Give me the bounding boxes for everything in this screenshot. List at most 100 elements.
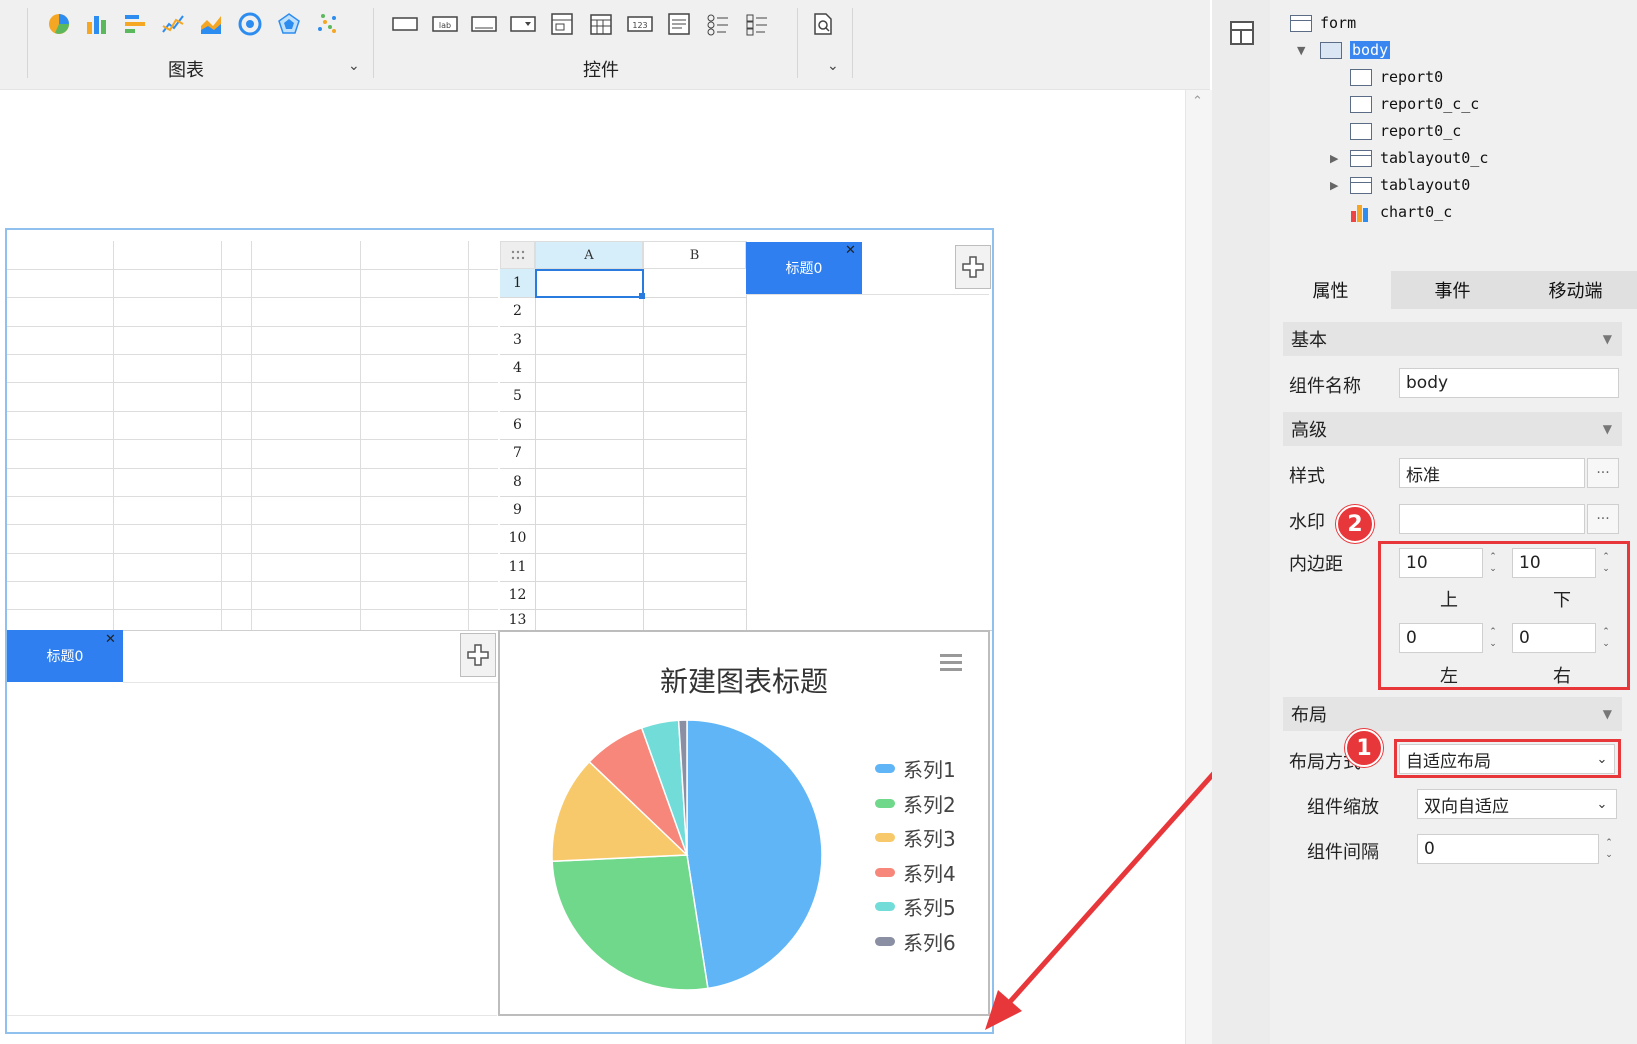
toolbar-separator (852, 8, 853, 78)
gauge-chart-icon[interactable] (236, 10, 264, 38)
chart-group-chevron-icon[interactable]: ⌄ (348, 58, 360, 74)
legend-swatch (875, 798, 895, 808)
row-number[interactable]: 10 (500, 530, 535, 546)
pie-chart[interactable] (540, 715, 840, 995)
bar-chart-icon[interactable] (83, 10, 111, 38)
row-number[interactable]: 8 (500, 474, 535, 490)
row-number[interactable]: 6 (500, 417, 535, 433)
tab-events[interactable]: 事件 (1391, 271, 1514, 309)
section-advanced[interactable]: 高级 ▼ (1283, 412, 1622, 446)
number-widget-icon[interactable]: 123 (626, 10, 654, 38)
scroll-up-icon[interactable]: ⌃ (1192, 94, 1203, 109)
tree-expand-icon[interactable]: ▶ (1330, 152, 1338, 165)
row-number[interactable]: 5 (500, 388, 535, 404)
grid-row-line (500, 553, 746, 554)
tree-item-body[interactable]: body (1320, 38, 1391, 62)
row-number[interactable]: 4 (500, 360, 535, 376)
add-tab-button[interactable] (955, 245, 991, 289)
close-icon[interactable]: ✕ (845, 243, 856, 258)
tab-events-label: 事件 (1434, 281, 1471, 302)
style-more-button[interactable]: ··· (1587, 458, 1619, 488)
legend-swatch (875, 936, 895, 946)
section-advanced-label: 高级 (1291, 420, 1327, 441)
watermark-field[interactable] (1399, 504, 1585, 534)
grid-row-line (500, 354, 746, 355)
tab-mobile[interactable]: 移动端 (1514, 271, 1637, 309)
toolbar-separator (797, 8, 798, 78)
tree-expand-icon[interactable]: ▶ (1330, 179, 1338, 192)
row-number[interactable]: 13 (500, 612, 535, 630)
section-basic[interactable]: 基本 ▼ (1283, 322, 1622, 356)
pie-slice-1[interactable] (686, 719, 823, 990)
watermark-more-button[interactable]: ··· (1587, 504, 1619, 534)
tree-item-report0-c[interactable]: report0_c (1350, 119, 1461, 143)
row-number[interactable]: 7 (500, 445, 535, 461)
column-header-b[interactable]: B (643, 241, 746, 269)
style-field[interactable]: 标准 (1399, 458, 1585, 488)
tree-item-tablayout0[interactable]: tablayout0 (1350, 173, 1470, 197)
grid-row-line (7, 411, 498, 412)
row-number[interactable]: 12 (500, 587, 535, 603)
add-tab-button[interactable] (460, 633, 496, 677)
row-number[interactable]: 3 (500, 332, 535, 348)
grid-column-line (468, 241, 469, 630)
grid-column-line (746, 241, 747, 630)
radio-group-widget-icon[interactable] (704, 10, 732, 38)
grid-column-line (221, 241, 222, 630)
checkbox-group-widget-icon[interactable] (743, 10, 771, 38)
close-icon[interactable]: ✕ (105, 632, 116, 647)
widget-group-chevron-icon[interactable]: ⌄ (827, 58, 839, 74)
tab-properties-label: 属性 (1312, 281, 1349, 302)
textbox-widget-icon[interactable] (391, 10, 419, 38)
legend-item[interactable]: 系列6 (875, 927, 956, 956)
chart-menu-icon[interactable] (940, 654, 962, 671)
row-number[interactable]: 9 (500, 502, 535, 518)
pie-slice-2[interactable] (551, 854, 709, 991)
tree-collapse-icon[interactable]: ▼ (1297, 44, 1305, 57)
tree-item-form[interactable]: form (1290, 11, 1356, 35)
pie-chart-icon[interactable] (45, 10, 73, 38)
tab-header-divider (123, 682, 498, 683)
tree-item-tablayout0-c[interactable]: tablayout0_c (1350, 146, 1488, 170)
horizontal-bar-chart-icon[interactable] (121, 10, 149, 38)
tab-properties[interactable]: 属性 (1270, 271, 1391, 309)
legend-item[interactable]: 系列4 (875, 858, 956, 887)
layout-panel-icon[interactable] (1229, 20, 1255, 50)
label-widget-icon[interactable]: lab (431, 10, 459, 38)
scatter-chart-icon[interactable] (313, 10, 341, 38)
grid-row-line (500, 439, 746, 440)
search-preview-icon[interactable] (809, 10, 837, 38)
column-header-a[interactable]: A (535, 241, 643, 269)
legend-item[interactable]: 系列3 (875, 823, 956, 852)
legend-item[interactable]: 系列2 (875, 789, 956, 818)
tree-item-chart0-c[interactable]: chart0_c (1350, 200, 1452, 224)
grid-column-line (360, 241, 361, 630)
number-widget-text: 123 (632, 21, 647, 30)
tree-item-report0-c-c[interactable]: report0_c_c (1350, 92, 1479, 116)
chevron-down-icon[interactable]: ⌄ (1587, 789, 1617, 819)
legend-label: 系列3 (903, 827, 956, 851)
legend-item[interactable]: 系列5 (875, 892, 956, 921)
component-gap-stepper[interactable]: ⌃ ⌄ (1600, 834, 1618, 864)
row-number[interactable]: 11 (500, 559, 535, 575)
frame-widget-icon[interactable] (548, 10, 576, 38)
tree-item-report0[interactable]: report0 (1350, 65, 1443, 89)
button-widget-icon[interactable] (470, 10, 498, 38)
select-all-corner[interactable] (500, 241, 535, 269)
component-gap-input[interactable]: 0 (1417, 834, 1599, 864)
row-number[interactable]: 1 (500, 275, 535, 291)
row-number[interactable]: 2 (500, 303, 535, 319)
fill-handle[interactable] (639, 293, 645, 299)
tablayout-icon (1350, 176, 1372, 194)
component-name-field[interactable]: body (1399, 368, 1619, 398)
text-area-widget-icon[interactable] (665, 10, 693, 38)
selected-cell-a1[interactable] (535, 269, 644, 298)
area-chart-icon[interactable] (197, 10, 225, 38)
section-layout[interactable]: 布局 ▼ (1283, 697, 1622, 731)
date-widget-icon[interactable] (587, 10, 615, 38)
line-chart-icon[interactable] (159, 10, 187, 38)
chart-icon (1351, 205, 1368, 222)
radar-chart-icon[interactable] (275, 10, 303, 38)
dropdown-widget-icon[interactable] (509, 10, 537, 38)
legend-item[interactable]: 系列1 (875, 754, 956, 783)
